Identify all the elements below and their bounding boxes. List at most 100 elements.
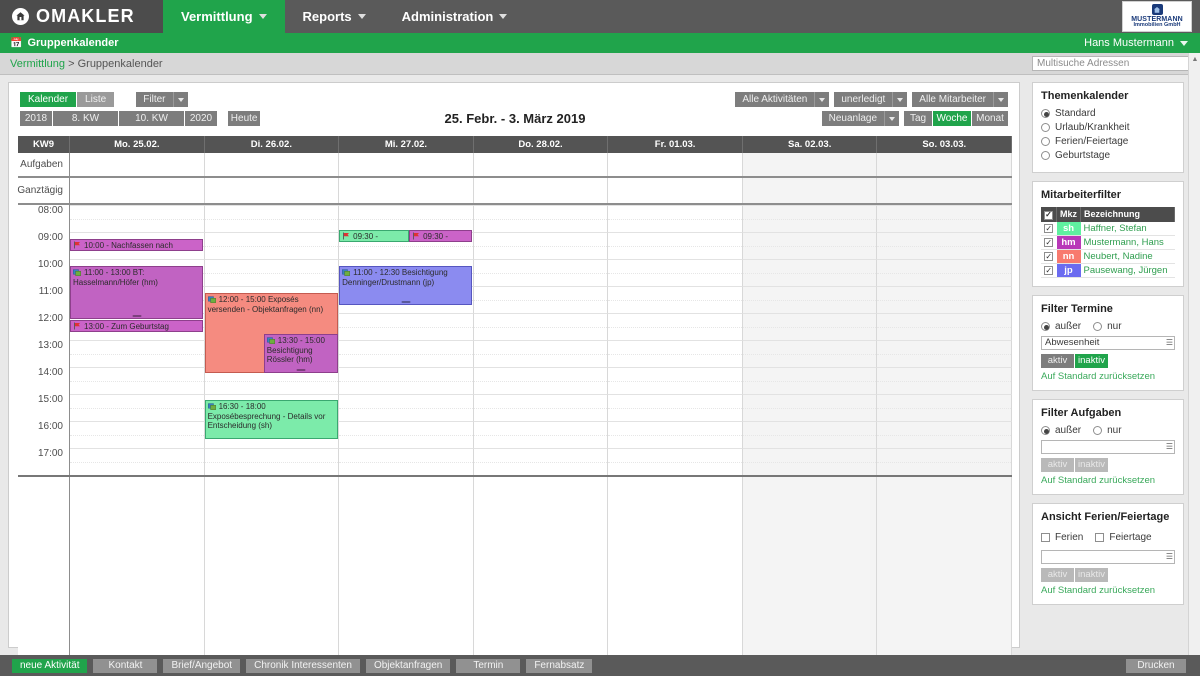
hour-cell[interactable] xyxy=(204,205,340,232)
bottom-action-termin[interactable]: Termin xyxy=(456,658,521,673)
theme-option-ferien[interactable]: Ferien/Feiertage xyxy=(1041,136,1175,147)
hour-cell[interactable] xyxy=(877,367,1013,394)
tasks-cell[interactable] xyxy=(877,153,1013,176)
hour-cell[interactable] xyxy=(742,394,878,421)
user-menu[interactable]: Hans Mustermann xyxy=(1084,37,1188,49)
table-row[interactable]: ✓ sh Haffner, Stefan xyxy=(1041,221,1175,236)
tasks-cell[interactable] xyxy=(608,153,743,176)
select-all-header[interactable]: ✓ xyxy=(1041,207,1057,222)
hour-cell[interactable] xyxy=(339,421,474,448)
hour-cell[interactable] xyxy=(742,286,878,313)
print-button[interactable]: Drucken xyxy=(1126,658,1186,673)
resize-handle[interactable] xyxy=(296,369,306,371)
checkbox-icon[interactable]: ✓ xyxy=(1044,224,1054,233)
allday-cell[interactable] xyxy=(742,178,878,203)
tasks-cell[interactable] xyxy=(339,153,474,176)
calendar-event[interactable]: 16:30 - 18:00 Exposébesprechung - Detail… xyxy=(204,400,338,439)
radio-icon[interactable] xyxy=(1041,151,1050,160)
allday-cell[interactable] xyxy=(204,178,340,203)
tasks-cell[interactable] xyxy=(473,153,609,176)
hour-cell[interactable] xyxy=(204,232,340,259)
hour-cell[interactable] xyxy=(877,421,1013,448)
filter-dropdown[interactable]: Filter xyxy=(136,92,188,107)
tasks-cell[interactable] xyxy=(70,153,205,176)
checkbox-icon[interactable]: ✓ xyxy=(1044,266,1054,275)
filter-termine-input[interactable]: Abwesenheit xyxy=(1041,335,1175,350)
chevron-down-icon[interactable] xyxy=(814,92,830,107)
scroll-up-icon[interactable]: ▲ xyxy=(1189,53,1200,65)
hour-cell[interactable] xyxy=(339,313,474,340)
calendar-event[interactable]: 11:00 - 13:00 BT: Hasselmann/Höfer (hm) xyxy=(70,266,204,319)
radio-icon[interactable] xyxy=(1093,321,1103,331)
picker-icon[interactable]: ☰ xyxy=(1166,552,1173,561)
theme-option-geburtstage[interactable]: Geburtstage xyxy=(1041,150,1175,161)
allday-cell[interactable] xyxy=(473,178,609,203)
hour-cell[interactable] xyxy=(204,448,340,475)
calendar-event[interactable]: 09:30 - Nachfassen xyxy=(339,230,410,242)
row-checkbox-cell[interactable]: ✓ xyxy=(1041,263,1057,278)
hour-cell[interactable] xyxy=(339,205,474,232)
hour-cell[interactable] xyxy=(473,205,609,232)
hour-cell[interactable] xyxy=(877,259,1013,286)
hour-cell[interactable] xyxy=(473,313,609,340)
calendar-event[interactable]: 13:30 - 15:00 Besichtigung Rössler (hm) xyxy=(263,334,338,373)
ansicht-ferien-input[interactable] xyxy=(1041,549,1175,564)
nav-item-reports[interactable]: Reports xyxy=(285,0,384,33)
ansicht-ferien-checkbox-row[interactable]: Ferien xyxy=(1041,532,1083,543)
hour-cell[interactable] xyxy=(339,340,474,367)
hour-cell[interactable] xyxy=(473,286,609,313)
filter-aufgaben-reset-link[interactable]: Auf Standard zurücksetzen xyxy=(1041,475,1175,486)
hour-cell[interactable] xyxy=(70,448,205,475)
ansicht-ferien-aktiv-button[interactable]: aktiv xyxy=(1041,567,1074,582)
checkbox-icon[interactable]: ✓ xyxy=(1044,210,1053,220)
hour-cell[interactable] xyxy=(742,340,878,367)
hour-cell[interactable] xyxy=(608,394,743,421)
filter-termine-reset-link[interactable]: Auf Standard zurücksetzen xyxy=(1041,371,1175,382)
filter-aufgaben-ausser[interactable]: außer xyxy=(1041,425,1081,436)
hour-cell[interactable] xyxy=(608,448,743,475)
radio-icon[interactable] xyxy=(1041,123,1050,132)
search-input[interactable]: Multisuche Adressen xyxy=(1032,56,1192,71)
hour-cell[interactable] xyxy=(877,286,1013,313)
ansicht-ferien-reset-link[interactable]: Auf Standard zurücksetzen xyxy=(1041,585,1175,596)
hour-cell[interactable] xyxy=(70,205,205,232)
hour-cell[interactable] xyxy=(473,421,609,448)
hour-cell[interactable] xyxy=(608,340,743,367)
page-scrollbar[interactable]: ▲ ▼ xyxy=(1188,53,1200,676)
bottom-action-neue-aktivit-t[interactable]: neue Aktivität xyxy=(12,658,88,673)
picker-icon[interactable]: ☰ xyxy=(1166,442,1173,451)
hour-cell[interactable] xyxy=(742,232,878,259)
employee-filter-dropdown[interactable]: Alle Mitarbeiter xyxy=(912,92,1008,107)
hour-cell[interactable] xyxy=(473,367,609,394)
filter-termine-nur[interactable]: nur xyxy=(1093,321,1122,332)
filter-termine-inaktiv-button[interactable]: inaktiv xyxy=(1075,353,1108,368)
row-checkbox-cell[interactable]: ✓ xyxy=(1041,235,1057,250)
hour-cell[interactable] xyxy=(877,340,1013,367)
ansicht-ferien-inaktiv-button[interactable]: inaktiv xyxy=(1075,567,1108,582)
hour-cell[interactable] xyxy=(70,421,205,448)
table-row[interactable]: ✓ jp Pausewang, Jürgen xyxy=(1041,263,1175,278)
hour-cell[interactable] xyxy=(473,259,609,286)
hour-cell[interactable] xyxy=(742,205,878,232)
hour-cell[interactable] xyxy=(877,313,1013,340)
activities-filter-dropdown[interactable]: Alle Aktivitäten xyxy=(735,92,830,107)
calendar-event[interactable]: 10:00 - Nachfassen nach Angebot (hm) xyxy=(70,239,204,251)
bottom-action-chronik-interessenten[interactable]: Chronik Interessenten xyxy=(246,658,360,673)
hour-cell[interactable] xyxy=(473,394,609,421)
checkbox-icon[interactable]: ✓ xyxy=(1044,252,1054,261)
allday-cell[interactable] xyxy=(608,178,743,203)
hour-cell[interactable] xyxy=(473,340,609,367)
nav-item-vermittlung[interactable]: Vermittlung xyxy=(163,0,285,33)
hour-cell[interactable] xyxy=(608,259,743,286)
checkbox-icon[interactable] xyxy=(1095,532,1105,542)
radio-icon[interactable] xyxy=(1041,109,1050,118)
bottom-action-fernabsatz[interactable]: Fernabsatz xyxy=(526,658,593,673)
picker-icon[interactable]: ☰ xyxy=(1166,338,1173,347)
table-row[interactable]: ✓ hm Mustermann, Hans xyxy=(1041,235,1175,250)
hour-cell[interactable] xyxy=(608,313,743,340)
calendar-event[interactable]: 11:00 - 12:30 Besichtigung Denninger/Dru… xyxy=(339,266,473,305)
hour-cell[interactable] xyxy=(608,205,743,232)
hour-cell[interactable] xyxy=(204,259,340,286)
hour-cell[interactable] xyxy=(473,448,609,475)
hour-cell[interactable] xyxy=(877,232,1013,259)
